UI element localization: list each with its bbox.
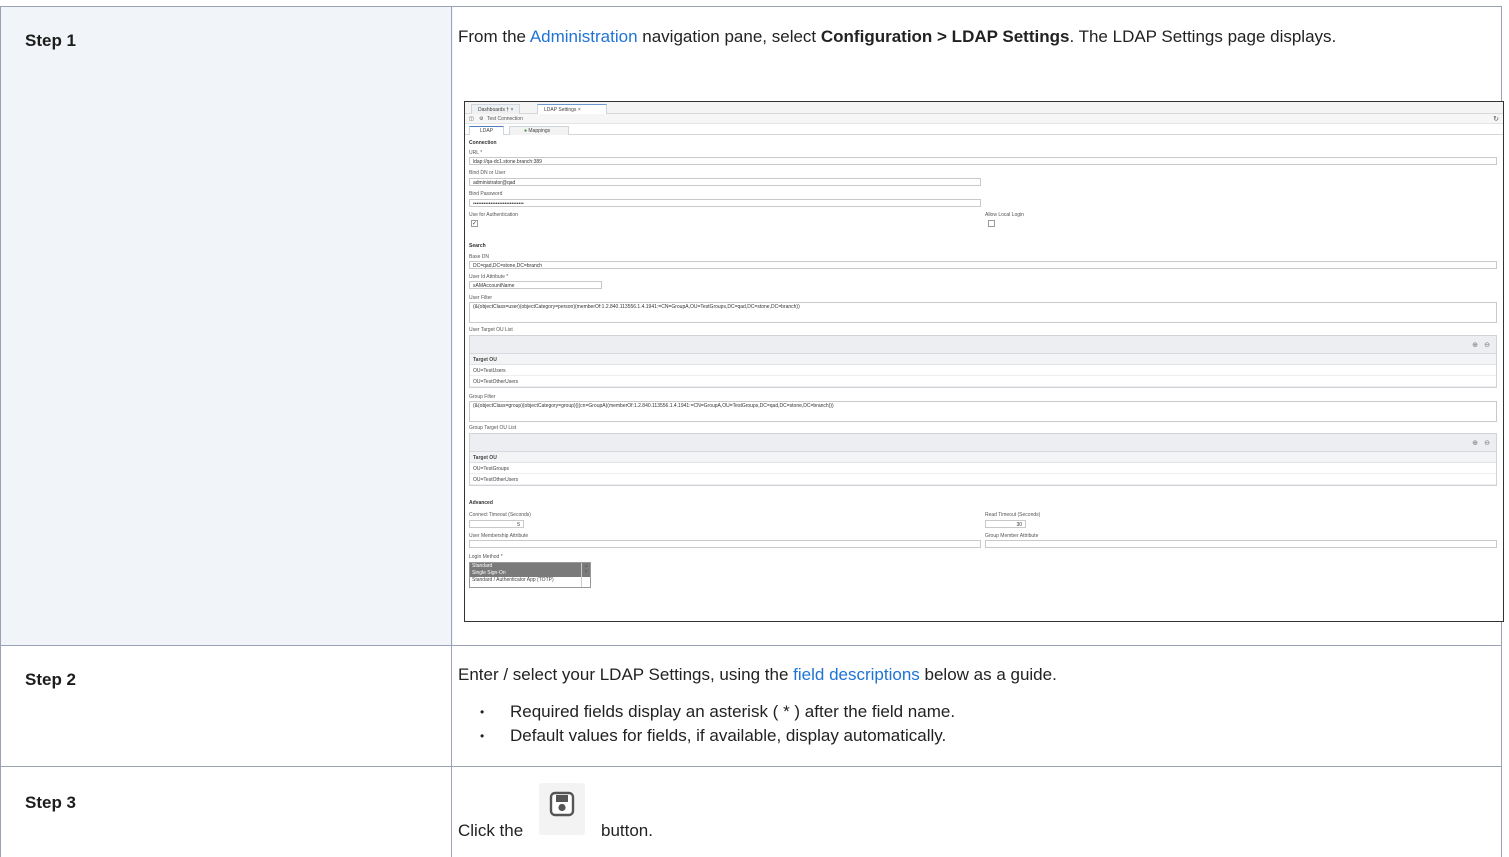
remove-icon: ⊖ bbox=[1484, 440, 1490, 447]
ldap-settings-screenshot: Dashboards † × LDAP Settings × ◫ ⚙ Test … bbox=[464, 101, 1504, 622]
step-row-2: Step 2 Enter / select your LDAP Settings… bbox=[0, 645, 1502, 766]
group-member-label: Group Member Attribute bbox=[985, 533, 1039, 539]
step-label: Step 3 bbox=[25, 793, 77, 812]
step-content-cell: Enter / select your LDAP Settings, using… bbox=[453, 646, 1501, 766]
subtab-label: Mappings bbox=[528, 128, 551, 134]
step-label-cell: Step 2 bbox=[1, 646, 452, 766]
table-row: OU=TestGroups bbox=[470, 463, 1496, 474]
read-timeout-field: 30 bbox=[985, 520, 1026, 528]
text: below as a guide. bbox=[919, 665, 1057, 684]
tab-dashboards: Dashboards † × bbox=[471, 104, 521, 114]
connect-timeout-label: Connect Timeout (Seconds) bbox=[469, 512, 531, 518]
bind-password-field: ••••••••••••••••••••••••••••• bbox=[469, 199, 981, 207]
remove-icon: ⊖ bbox=[1484, 342, 1490, 349]
group-member-field bbox=[985, 540, 1497, 548]
user-membership-label: User Membership Attribute bbox=[469, 533, 529, 539]
read-timeout-label: Read Timeout (Seconds) bbox=[985, 512, 1041, 518]
login-method-label: Login Method * bbox=[469, 554, 503, 560]
step-3-text-end: button. bbox=[601, 821, 653, 840]
table-row: OU=TestOtherUsers bbox=[470, 376, 1496, 387]
bind-dn-label: Bind DN or User bbox=[469, 170, 506, 176]
steps-table: Step 1 From the Administration navigatio… bbox=[0, 0, 1509, 857]
panel-icon: ◫ bbox=[469, 116, 474, 122]
subtab-mappings: ● Mappings bbox=[509, 126, 569, 135]
user-membership-field bbox=[469, 540, 981, 548]
base-dn-label: Base DN bbox=[469, 254, 490, 260]
use-auth-label: Use for Authentication bbox=[469, 212, 518, 218]
step-row-1: Step 1 From the Administration navigatio… bbox=[0, 6, 1504, 645]
text: navigation pane, select bbox=[637, 27, 821, 46]
group-ou-grid: ⊕ ⊖ Target OU OU=TestGroups OU=TestOther… bbox=[469, 433, 1497, 486]
test-connection-label: Test Connection bbox=[487, 116, 523, 122]
user-filter-label: User Filter bbox=[469, 295, 493, 301]
step-content-cell: Click the button. bbox=[453, 767, 1501, 857]
step-row-3: Step 3 Click the button. bbox=[0, 766, 1502, 857]
step-label-cell: Step 1 bbox=[1, 7, 452, 645]
group-filter-label: Group Filter bbox=[469, 394, 496, 400]
grid-header: Target OU bbox=[470, 452, 1496, 463]
grid-toolbar: ⊕ ⊖ bbox=[470, 434, 1496, 452]
step-2-text: Enter / select your LDAP Settings, using… bbox=[458, 663, 1057, 687]
scrollbar: ▲ ▼ bbox=[581, 563, 590, 587]
grid-toolbar: ⊕ ⊖ bbox=[470, 336, 1496, 354]
bind-password-label: Bind Password bbox=[469, 191, 503, 197]
step-label: Step 2 bbox=[25, 670, 77, 689]
grid-header: Target OU bbox=[470, 354, 1496, 365]
list-item: Required fields display an asterisk ( * … bbox=[458, 700, 955, 724]
administration-link[interactable]: Administration bbox=[530, 27, 638, 46]
url-label: URL * bbox=[469, 150, 483, 156]
connect-timeout-field: 5 bbox=[469, 520, 524, 528]
subtab-ldap: LDAP bbox=[469, 126, 505, 135]
section-connection: Connection bbox=[469, 140, 497, 146]
add-icon: ⊕ bbox=[1472, 440, 1478, 447]
table-row: OU=TestOtherUsers bbox=[470, 474, 1496, 485]
toolbar: ◫ ⚙ Test Connection ↻ bbox=[465, 114, 1503, 124]
user-ou-grid: ⊕ ⊖ Target OU OU=TestUsers OU=TestOtherU… bbox=[469, 335, 1497, 388]
list-item: Single Sign-On bbox=[470, 570, 590, 577]
section-advanced: Advanced bbox=[469, 500, 493, 506]
status-dot-icon: ● bbox=[524, 128, 528, 134]
tab-ldap-settings: LDAP Settings × bbox=[537, 104, 607, 114]
user-id-label: User Id Attribute * bbox=[469, 274, 509, 280]
base-dn-field: DC=qad,DC=stone,DC=branch bbox=[469, 261, 1497, 269]
text: From the bbox=[458, 27, 530, 46]
list-item: Standard bbox=[470, 563, 590, 570]
section-search: Search bbox=[469, 243, 486, 249]
tab-bar: Dashboards † × LDAP Settings × bbox=[465, 102, 1503, 114]
list-item: Default values for fields, if available,… bbox=[458, 724, 955, 748]
allow-local-label: Allow Local Login bbox=[985, 212, 1024, 218]
user-filter-field: (&(objectClass=user)(objectCategory=pers… bbox=[469, 302, 1497, 323]
step-label-cell: Step 3 bbox=[1, 767, 452, 857]
field-descriptions-link[interactable]: field descriptions bbox=[793, 665, 920, 684]
save-icon bbox=[539, 783, 585, 835]
step-1-text: From the Administration navigation pane,… bbox=[458, 25, 1478, 49]
step-3-text-start: Click the bbox=[458, 821, 524, 840]
step-label: Step 1 bbox=[25, 31, 77, 50]
bind-dn-field: administrator@qad bbox=[469, 178, 981, 186]
use-auth-checkbox: ✓ bbox=[471, 220, 478, 227]
user-id-select: sAMAccountName bbox=[469, 281, 602, 289]
add-icon: ⊕ bbox=[1472, 342, 1478, 349]
user-ou-label: User Target OU List bbox=[469, 327, 513, 333]
group-ou-label: Group Target OU List bbox=[469, 425, 517, 431]
bullet-list: Required fields display an asterisk ( * … bbox=[458, 700, 955, 748]
step-content-cell: From the Administration navigation pane,… bbox=[453, 7, 1504, 645]
text: Enter / select your LDAP Settings, using… bbox=[458, 665, 794, 684]
subtab-bar: LDAP ● Mappings bbox=[465, 125, 1503, 135]
text: . The LDAP Settings page displays. bbox=[1069, 27, 1337, 46]
allow-local-checkbox bbox=[988, 220, 995, 227]
list-item: Standard / Authenticator App (TOTP) bbox=[472, 577, 554, 583]
refresh-icon: ↻ bbox=[1493, 116, 1499, 123]
table-row: OU=TestUsers bbox=[470, 365, 1496, 376]
login-method-list: Standard Single Sign-On Standard / Authe… bbox=[469, 562, 591, 588]
test-connection-icon: ⚙ bbox=[479, 116, 484, 122]
url-field: ldap://qa-dc1.stone.branch:389 bbox=[469, 157, 1497, 165]
group-filter-field: (&(objectClass=group)(objectCategory=gro… bbox=[469, 401, 1497, 422]
menu-path: Configuration > LDAP Settings bbox=[820, 27, 1070, 46]
